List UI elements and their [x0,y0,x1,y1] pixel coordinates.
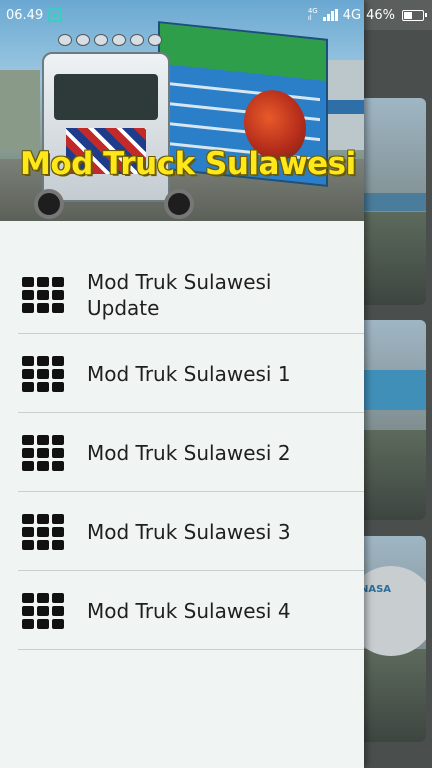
status-right: 4G ıl 4G 46% [308,7,427,23]
menu-item-label: Mod Truk Sulawesi 1 [87,361,291,386]
drawer-header-image: Mod Truck Sulawesi [0,0,364,221]
background-card-2[interactable] [354,320,426,520]
network-tag-bottom: ıl [307,14,312,22]
status-time: 06.49 [6,7,44,23]
menu-item-2[interactable]: Mod Truk Sulawesi 2 [0,413,364,492]
menu-item-3[interactable]: Mod Truk Sulawesi 3 [0,492,364,571]
menu-item-label: Mod Truk Sulawesi 3 [87,519,291,544]
background-card-1[interactable] [354,98,426,305]
apps-grid-icon [22,592,64,629]
menu-item-label: Mod Truk Sulawesi Update [87,269,272,320]
menu-item-label: Mod Truk Sulawesi 2 [87,440,291,465]
drawer-header-title: Mod Truck Sulawesi [20,146,356,182]
battery-icon [402,9,427,21]
menu-item-1[interactable]: Mod Truk Sulawesi 1 [0,334,364,413]
navigation-drawer: Mod Truck Sulawesi Mod Truk Sulawesi Upd… [0,0,364,768]
screenshot-icon [48,8,63,22]
apps-grid-icon [22,355,64,392]
background-card-3[interactable]: NASA [354,536,426,742]
battery-percent: 46% [366,7,395,23]
truck-roof-lights [58,34,168,46]
menu-item-label: Mod Truk Sulawesi 4 [87,598,291,623]
signal-icon [322,9,338,21]
apps-grid-icon [22,513,64,550]
apps-grid-icon [22,276,64,313]
drawer-menu: Mod Truk Sulawesi Update Mod Truk Sulawe… [0,255,364,650]
apps-grid-icon [22,434,64,471]
status-left: 06.49 [6,7,63,23]
status-bar: 06.49 4G ıl 4G 46% [0,0,432,30]
network-type-small: 4G ıl [308,8,318,22]
menu-item-4[interactable]: Mod Truk Sulawesi 4 [0,571,364,650]
menu-item-update[interactable]: Mod Truk Sulawesi Update [0,255,364,334]
network-label: 4G [342,7,362,23]
background-card-label: NASA [360,584,392,595]
